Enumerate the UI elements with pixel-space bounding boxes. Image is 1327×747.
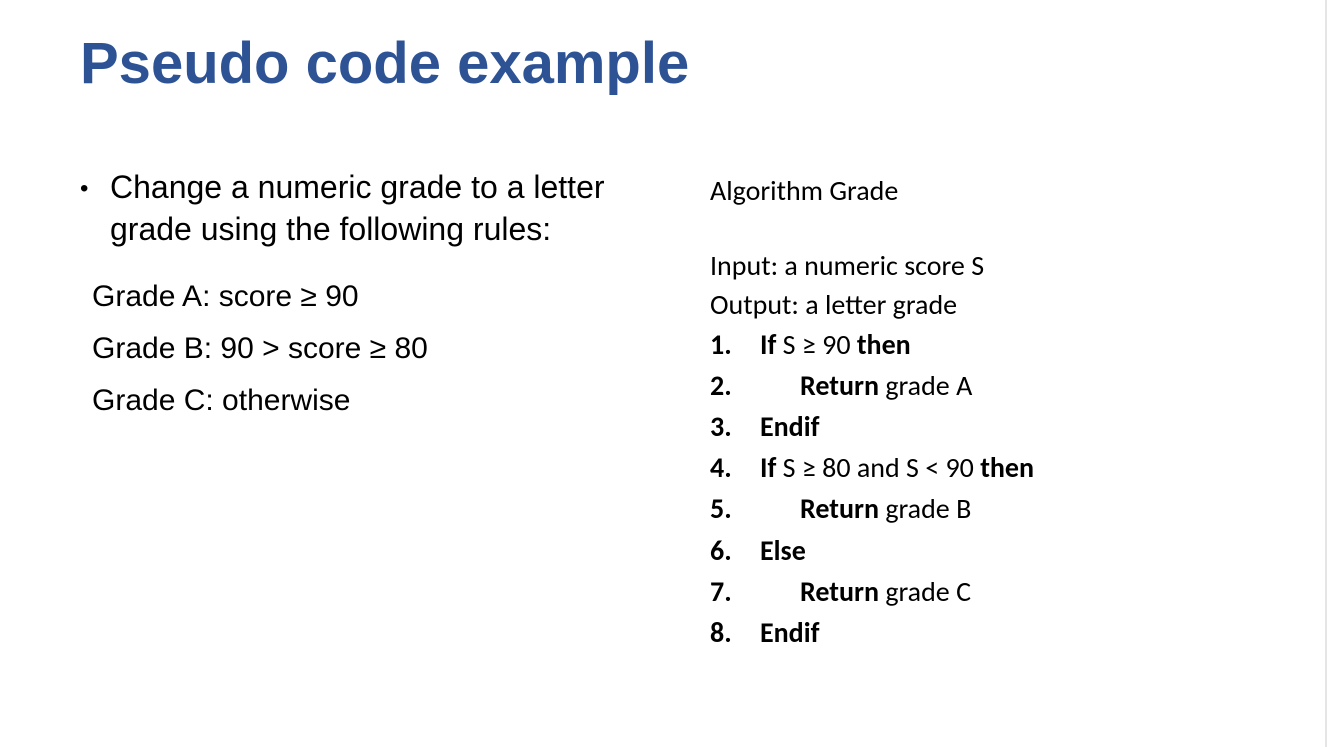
step-text: Return grade B: [760, 489, 1250, 528]
slide-content: • Change a numeric grade to a letter gra…: [80, 167, 1247, 654]
algorithm-title: Algorithm Grade: [710, 171, 1250, 210]
algorithm-input: Input: a numeric score S: [710, 246, 1250, 285]
algo-step: 4.If S ≥ 80 and S < 90 then: [710, 448, 1250, 487]
algo-step: 2.Return grade A: [710, 366, 1250, 405]
bullet-dot-icon: •: [80, 167, 110, 250]
rule-b: Grade B: 90 > score ≥ 80: [92, 332, 620, 366]
step-text: Return grade A: [760, 366, 1250, 405]
algorithm-output: Output: a letter grade: [710, 285, 1250, 324]
step-text: Else: [760, 531, 1250, 570]
step-number: 6.: [710, 531, 760, 570]
step-number: 2.: [710, 366, 760, 405]
left-column: • Change a numeric grade to a letter gra…: [80, 167, 620, 654]
algo-step: 3.Endif: [710, 407, 1250, 446]
algo-step: 1.If S ≥ 90 then: [710, 325, 1250, 364]
step-number: 1.: [710, 325, 760, 364]
step-text: If S ≥ 90 then: [760, 325, 1250, 364]
algo-step: 8.Endif: [710, 613, 1250, 652]
step-text: If S ≥ 80 and S < 90 then: [760, 448, 1250, 487]
bullet-item: • Change a numeric grade to a letter gra…: [80, 167, 620, 250]
rule-c: Grade C: otherwise: [92, 384, 620, 418]
step-text: Endif: [760, 613, 1250, 652]
step-number: 3.: [710, 407, 760, 446]
algorithm-steps: 1.If S ≥ 90 then2.Return grade A3.Endif4…: [710, 325, 1250, 653]
algo-step: 5.Return grade B: [710, 489, 1250, 528]
step-number: 5.: [710, 489, 760, 528]
algo-step: 7.Return grade C: [710, 572, 1250, 611]
step-text: Endif: [760, 407, 1250, 446]
step-number: 4.: [710, 448, 760, 487]
right-column: Algorithm Grade Input: a numeric score S…: [710, 167, 1250, 654]
step-number: 7.: [710, 572, 760, 611]
algo-step: 6.Else: [710, 531, 1250, 570]
slide-title: Pseudo code example: [80, 20, 1247, 97]
step-text: Return grade C: [760, 572, 1250, 611]
rule-a: Grade A: score ≥ 90: [92, 280, 620, 314]
step-number: 8.: [710, 613, 760, 652]
bullet-text: Change a numeric grade to a letter grade…: [110, 167, 620, 250]
